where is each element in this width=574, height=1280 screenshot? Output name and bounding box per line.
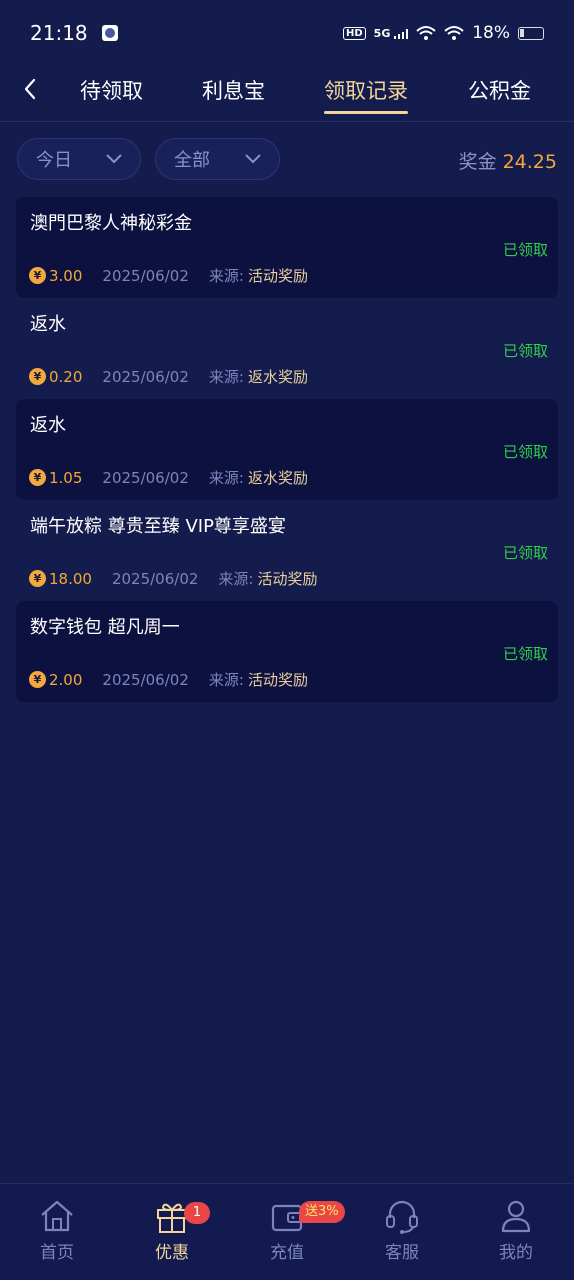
battery-percent: 18%	[472, 23, 510, 43]
record-amount: 1.05	[49, 468, 83, 487]
coin-icon: ¥	[29, 671, 46, 688]
nav-home[interactable]: 首页	[17, 1198, 97, 1263]
record-date: 2025/06/02	[111, 569, 199, 588]
records-list: 澳門巴黎人神秘彩金 已领取 ¥ 3.00 2025/06/02 来源: 活动奖励…	[16, 197, 558, 702]
bottom-nav: 首页 优惠 1 充值 送3% 客服 我的	[0, 1183, 574, 1280]
nav-profile-label: 我的	[499, 1243, 533, 1263]
record-status: 已领取	[502, 342, 548, 360]
nav-promotions-label: 优惠	[155, 1243, 189, 1263]
status-indicators: HD 5G 18%	[343, 23, 544, 43]
status-time: 21:18	[30, 21, 88, 45]
record-item[interactable]: 返水 已领取 ¥ 0.20 2025/06/02 来源: 返水奖励	[16, 298, 558, 399]
bonus-label: 奖金	[458, 151, 497, 173]
record-source-label: 来源:	[208, 469, 244, 487]
nav-profile[interactable]: 我的	[476, 1198, 556, 1263]
record-source: 返水奖励	[247, 368, 308, 386]
coin-icon: ¥	[29, 469, 46, 486]
nav-home-label: 首页	[40, 1243, 74, 1263]
nav-support-label: 客服	[385, 1243, 419, 1263]
record-source-label: 来源:	[208, 368, 244, 386]
record-title: 返水	[30, 415, 66, 436]
app-notification-icon	[101, 25, 118, 41]
notification-badge: 1	[184, 1202, 210, 1224]
wifi-icon	[444, 26, 464, 40]
date-filter-value: 今日	[36, 150, 72, 171]
signal-icon: 5G	[374, 27, 409, 40]
tab-pending[interactable]: 待领取	[80, 76, 143, 116]
record-status: 已领取	[502, 241, 548, 259]
user-icon	[501, 1200, 531, 1233]
record-date: 2025/06/02	[102, 367, 189, 386]
bonus-total: 奖金 24.25	[459, 147, 557, 174]
record-date: 2025/06/02	[102, 670, 189, 689]
top-tabs: 待领取 利息宝 领取记录 公积金	[0, 66, 574, 122]
headset-icon	[386, 1200, 418, 1234]
filter-row: 今日 全部 奖金 24.25	[0, 138, 574, 182]
record-amount: 2.00	[49, 670, 83, 689]
record-source-label: 来源:	[208, 267, 244, 285]
record-amount: 0.20	[49, 367, 83, 386]
coin-icon: ¥	[29, 267, 46, 284]
record-meta: ¥ 0.20 2025/06/02 来源: 返水奖励	[29, 366, 308, 387]
record-amount: 18.00	[49, 569, 92, 588]
tab-provident-fund[interactable]: 公积金	[468, 76, 531, 116]
record-meta: ¥ 3.00 2025/06/02 来源: 活动奖励	[29, 265, 308, 286]
record-item[interactable]: 端午放粽 尊贵至臻 VIP尊享盛宴 已领取 ¥ 18.00 2025/06/02…	[16, 500, 558, 601]
nav-support[interactable]: 客服	[362, 1198, 442, 1263]
coin-icon: ¥	[29, 368, 46, 385]
record-title: 返水	[30, 314, 66, 335]
record-source: 活动奖励	[257, 570, 318, 588]
hd-icon: HD	[343, 26, 366, 40]
record-source: 返水奖励	[247, 469, 308, 487]
back-arrow-icon	[24, 78, 36, 100]
record-source: 活动奖励	[247, 267, 308, 285]
date-filter-dropdown[interactable]: 今日	[17, 138, 141, 180]
record-title: 数字钱包 超凡周一	[30, 617, 180, 638]
record-status: 已领取	[502, 443, 548, 461]
bonus-value: 24.25	[502, 151, 557, 173]
record-source-label: 来源:	[218, 570, 254, 588]
record-status: 已领取	[502, 645, 548, 663]
home-icon	[41, 1200, 73, 1232]
nav-promotions[interactable]: 优惠 1	[132, 1198, 212, 1263]
record-meta: ¥ 2.00 2025/06/02 来源: 活动奖励	[29, 669, 308, 690]
promo-badge: 送3%	[299, 1201, 345, 1223]
record-meta: ¥ 1.05 2025/06/02 来源: 返水奖励	[29, 467, 308, 488]
nav-deposit-label: 充值	[270, 1243, 304, 1263]
chevron-down-icon	[106, 154, 122, 164]
type-filter-value: 全部	[174, 150, 210, 171]
tab-claim-records[interactable]: 领取记录	[324, 76, 408, 116]
record-item[interactable]: 返水 已领取 ¥ 1.05 2025/06/02 来源: 返水奖励	[16, 399, 558, 500]
record-title: 澳門巴黎人神秘彩金	[30, 213, 192, 234]
record-date: 2025/06/02	[102, 266, 189, 285]
chevron-down-icon	[245, 154, 261, 164]
tab-interest[interactable]: 利息宝	[202, 76, 265, 116]
back-button[interactable]	[18, 74, 42, 104]
record-source: 活动奖励	[247, 671, 308, 689]
network-type: 5G	[373, 26, 391, 40]
record-amount: 3.00	[49, 266, 83, 285]
record-item[interactable]: 澳門巴黎人神秘彩金 已领取 ¥ 3.00 2025/06/02 来源: 活动奖励	[16, 197, 558, 298]
record-title: 端午放粽 尊贵至臻 VIP尊享盛宴	[30, 516, 286, 537]
wifi-calling-icon	[416, 26, 436, 40]
battery-icon	[518, 26, 544, 40]
record-meta: ¥ 18.00 2025/06/02 来源: 活动奖励	[29, 568, 318, 589]
status-bar: 21:18 HD 5G 18%	[0, 0, 574, 66]
record-status: 已领取	[502, 544, 548, 562]
nav-deposit[interactable]: 充值 送3%	[247, 1198, 345, 1263]
type-filter-dropdown[interactable]: 全部	[155, 138, 280, 180]
record-source-label: 来源:	[208, 671, 244, 689]
record-date: 2025/06/02	[102, 468, 189, 487]
record-item[interactable]: 数字钱包 超凡周一 已领取 ¥ 2.00 2025/06/02 来源: 活动奖励	[16, 601, 558, 702]
coin-icon: ¥	[29, 570, 46, 587]
